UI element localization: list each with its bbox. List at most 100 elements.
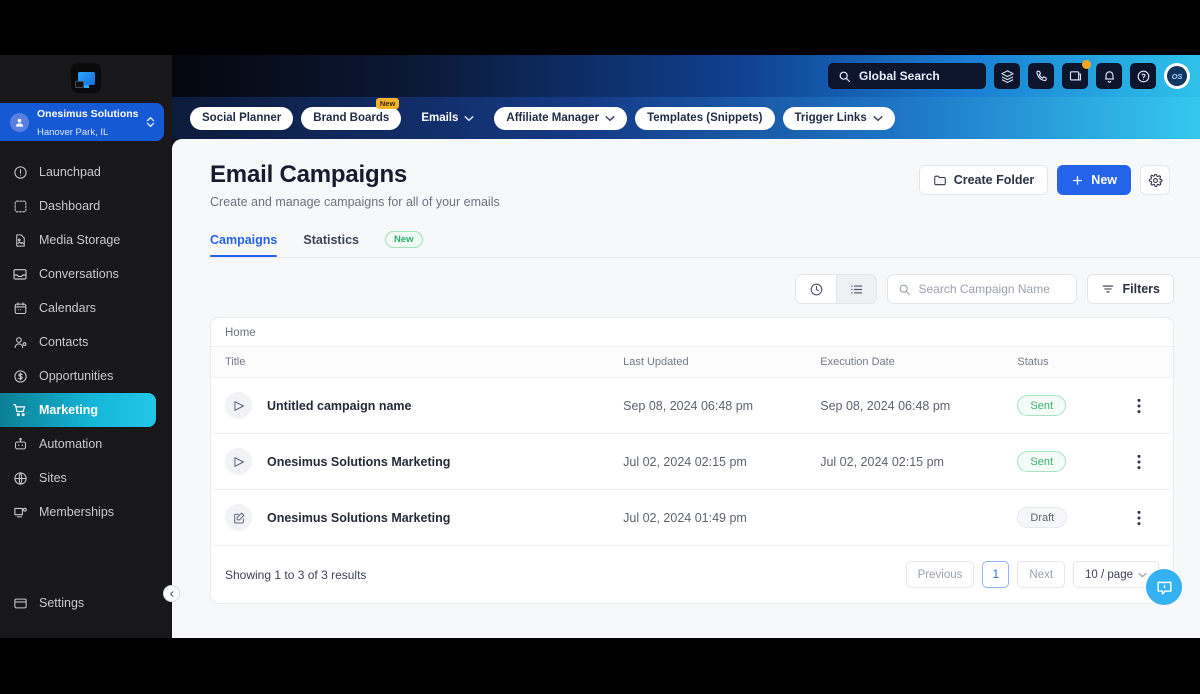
table-row[interactable]: Onesimus Solutions Marketing Jul 02, 202… xyxy=(211,489,1173,546)
next-page-button[interactable]: Next xyxy=(1017,561,1066,588)
app-logo xyxy=(71,63,101,93)
logo-wrap xyxy=(0,55,172,101)
sidebar-item-label: Media Storage xyxy=(39,233,121,247)
nav-tab-label: Templates (Snippets) xyxy=(647,112,763,124)
sidebar-item-label: Settings xyxy=(39,596,85,610)
campaign-title: Onesimus Solutions Marketing xyxy=(267,454,451,469)
sidebar-item-marketing[interactable]: Marketing xyxy=(0,393,156,427)
chat-widget-button[interactable] xyxy=(1146,569,1182,605)
nav-tab-social-planner[interactable]: Social Planner xyxy=(190,106,294,130)
table-row[interactable]: Onesimus Solutions Marketing Jul 02, 202… xyxy=(211,433,1173,490)
global-search-input[interactable]: Global Search xyxy=(828,63,986,89)
column-header-status: Status xyxy=(1003,347,1124,378)
filter-icon xyxy=(1101,282,1115,296)
nav-tab-label: Trigger Links xyxy=(794,112,867,124)
cell-last-updated: Jul 02, 2024 01:49 pm xyxy=(609,489,807,546)
sidebar-item-dashboard[interactable]: Dashboard xyxy=(0,189,156,223)
sidebar-item-sites[interactable]: Sites xyxy=(0,461,156,495)
kebab-menu-icon[interactable] xyxy=(1137,454,1159,470)
whats-new-icon[interactable] xyxy=(1062,60,1091,89)
sidebar-item-label: Conversations xyxy=(39,267,119,281)
chevron-down-icon xyxy=(464,115,474,122)
campaign-title: Untitled campaign name xyxy=(267,398,412,413)
search-icon xyxy=(838,70,851,83)
search-icon xyxy=(898,283,911,296)
kebab-menu-icon[interactable] xyxy=(1137,398,1159,414)
new-campaign-button[interactable]: New xyxy=(1057,165,1131,195)
bell-icon[interactable] xyxy=(1096,63,1122,89)
org-switcher[interactable]: Onesimus Solutions Hanover Park, IL xyxy=(0,103,164,141)
dashboard-icon xyxy=(12,198,28,214)
list-icon xyxy=(849,282,864,297)
help-circle-icon[interactable] xyxy=(1130,63,1156,89)
app-window: Onesimus Solutions Hanover Park, IL Laun… xyxy=(0,55,1200,638)
nav-tab-affiliate-manager[interactable]: Affiliate Manager xyxy=(494,106,628,130)
list-view-button[interactable] xyxy=(836,275,877,303)
notification-badge xyxy=(1082,60,1091,69)
sidebar-item-conversations[interactable]: Conversations xyxy=(0,257,156,291)
tab-statistics[interactable]: Statistics xyxy=(303,233,359,256)
sidebar-collapse-button[interactable] xyxy=(163,585,180,602)
cell-actions xyxy=(1123,489,1173,546)
clock-icon xyxy=(809,282,824,297)
sidebar-item-label: Memberships xyxy=(39,505,115,519)
global-search-placeholder: Global Search xyxy=(859,69,940,83)
sidebar-item-automation[interactable]: Automation xyxy=(0,427,156,461)
avatar[interactable]: OS xyxy=(1164,63,1190,89)
chat-info-icon xyxy=(1155,578,1174,597)
sidebar-item-settings[interactable]: Settings xyxy=(0,586,156,620)
create-folder-button[interactable]: Create Folder xyxy=(918,165,1049,195)
sidebar-item-label: Automation xyxy=(39,437,103,451)
cell-title: Onesimus Solutions Marketing xyxy=(211,489,610,546)
filters-label: Filters xyxy=(1122,282,1160,296)
previous-page-button[interactable]: Previous xyxy=(905,561,975,588)
monitor-icon xyxy=(12,504,28,520)
chevron-updown-icon xyxy=(145,115,156,129)
kebab-menu-icon[interactable] xyxy=(1137,510,1159,526)
module-nav-strip: Social Planner Brand Boards New Emails A… xyxy=(172,97,1200,139)
per-page-label: 10 / page xyxy=(1085,568,1133,581)
column-header-title: Title xyxy=(211,347,610,378)
nav-tab-trigger-links[interactable]: Trigger Links xyxy=(782,106,895,130)
sidebar-item-media-storage[interactable]: Media Storage xyxy=(0,223,156,257)
layers-icon[interactable] xyxy=(994,63,1020,89)
image-file-icon xyxy=(12,232,28,248)
nav-tab-label: Social Planner xyxy=(202,112,282,124)
recent-view-button[interactable] xyxy=(796,275,836,303)
create-folder-label: Create Folder xyxy=(953,173,1035,187)
sidebar-item-launchpad[interactable]: Launchpad xyxy=(0,155,156,189)
campaigns-table-card: Home Title Last Updated Execution Date S… xyxy=(210,317,1174,604)
chevron-down-icon xyxy=(873,115,883,122)
page-number-1[interactable]: 1 xyxy=(982,561,1010,588)
nav-tab-emails[interactable]: Emails xyxy=(409,107,486,130)
page-settings-button[interactable] xyxy=(1140,165,1170,195)
nav-tab-templates-snippets[interactable]: Templates (Snippets) xyxy=(635,106,775,130)
user-icon xyxy=(12,334,28,350)
chevron-down-icon xyxy=(605,115,615,122)
new-badge: New xyxy=(375,97,400,109)
nav-tab-brand-boards[interactable]: Brand Boards New xyxy=(301,97,402,130)
plus-icon xyxy=(1071,174,1084,187)
sidebar-item-contacts[interactable]: Contacts xyxy=(0,325,156,359)
page-subtitle: Create and manage campaigns for all of y… xyxy=(210,195,500,209)
phone-icon[interactable] xyxy=(1028,63,1054,89)
sidebar-item-calendars[interactable]: Calendars xyxy=(0,291,156,325)
send-icon xyxy=(225,392,252,419)
cart-icon xyxy=(12,402,28,418)
search-campaign-input[interactable]: Search Campaign Name xyxy=(887,274,1078,304)
sidebar-item-opportunities[interactable]: Opportunities xyxy=(0,359,156,393)
avatar-initials: OS xyxy=(1167,66,1187,86)
sidebar-item-label: Marketing xyxy=(39,403,99,417)
table-row[interactable]: Untitled campaign name Sep 08, 2024 06:4… xyxy=(211,377,1173,434)
sidebar-item-label: Contacts xyxy=(39,335,89,349)
status-badge: Sent xyxy=(1017,451,1067,472)
tab-campaigns[interactable]: Campaigns xyxy=(210,233,278,257)
filters-button[interactable]: Filters xyxy=(1087,274,1174,304)
sidebar-item-label: Dashboard xyxy=(39,199,101,213)
view-toggle xyxy=(795,274,878,304)
search-campaign-placeholder: Search Campaign Name xyxy=(918,282,1050,296)
sidebar-item-memberships[interactable]: Memberships xyxy=(0,495,156,529)
cell-title: Untitled campaign name xyxy=(211,377,610,434)
top-bar: Global Search OS xyxy=(172,55,1200,97)
gear-icon xyxy=(1148,173,1163,188)
